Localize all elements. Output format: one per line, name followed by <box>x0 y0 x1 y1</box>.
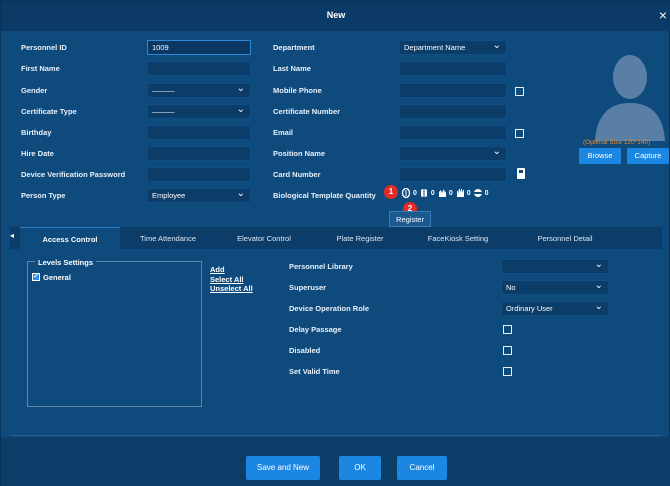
face-count: 0 <box>484 189 489 197</box>
birthday-input[interactable] <box>147 125 251 140</box>
add-link[interactable]: Add <box>210 265 225 274</box>
first-name-label: First Name <box>21 64 60 73</box>
unselect-all-link[interactable]: Unselect All <box>210 284 253 293</box>
tab-access-control[interactable]: Access Control <box>20 227 120 249</box>
finger-vein-icon <box>420 189 427 197</box>
device-operation-role-label: Device Operation Role <box>289 304 370 313</box>
certificate-number-input[interactable] <box>399 104 507 119</box>
browse-button[interactable]: Browse <box>579 148 621 164</box>
mobile-phone-label: Mobile Phone <box>273 86 322 95</box>
mobile-phone-input[interactable] <box>399 83 507 98</box>
bio-template-counts: 0 0 0 0 0 <box>401 187 489 199</box>
gender-select[interactable]: ——— <box>147 83 251 98</box>
face-icon <box>473 189 482 197</box>
hand-icon <box>456 189 464 197</box>
capture-button[interactable]: Capture <box>627 148 669 164</box>
levels-settings-title: Levels Settings <box>35 258 97 267</box>
card-reader-icon[interactable] <box>515 167 527 181</box>
disabled-label: Disabled <box>289 346 321 355</box>
palm-count: 0 <box>448 189 453 197</box>
select-all-link[interactable]: Select All <box>210 275 244 284</box>
birthday-label: Birthday <box>21 128 52 137</box>
certificate-number-label: Certificate Number <box>273 107 341 116</box>
mobile-phone-checkbox[interactable] <box>515 87 524 96</box>
card-number-label: Card Number <box>273 170 321 179</box>
badge-one: 1 <box>384 185 398 199</box>
general-level-label: General <box>43 273 71 282</box>
tab-scroll-left-icon[interactable]: ◂ <box>10 231 16 240</box>
delay-passage-label: Delay Passage <box>289 325 342 334</box>
set-valid-time-label: Set Valid Time <box>289 367 340 376</box>
tab-time-attendance[interactable]: Time Attendance <box>122 227 214 249</box>
device-password-input[interactable] <box>147 167 251 182</box>
last-name-label: Last Name <box>273 64 311 73</box>
position-name-select[interactable] <box>399 146 507 161</box>
personnel-library-select[interactable] <box>501 259 609 274</box>
cancel-button[interactable]: Cancel <box>397 456 447 480</box>
save-and-new-button[interactable]: Save and New <box>246 456 320 480</box>
fingerprint-icon <box>401 188 411 198</box>
certificate-type-select[interactable]: ——— <box>147 104 251 119</box>
tab-facekiosk-setting[interactable]: FaceKiosk Setting <box>408 227 508 249</box>
hire-date-input[interactable] <box>147 146 251 161</box>
set-valid-time-checkbox[interactable] <box>503 367 512 376</box>
palm-icon <box>438 189 446 197</box>
dialog-titlebar: New × <box>1 1 670 31</box>
email-checkbox[interactable] <box>515 129 524 138</box>
personnel-id-input[interactable]: 1009 <box>147 40 251 55</box>
register-tooltip[interactable]: Register <box>389 211 431 227</box>
tab-personnel-detail[interactable]: Personnel Detail <box>510 227 620 249</box>
levels-list[interactable] <box>27 261 202 407</box>
department-label: Department <box>273 43 315 52</box>
general-checkbox[interactable]: ✔ <box>32 273 40 281</box>
delay-passage-checkbox[interactable] <box>503 325 512 334</box>
superuser-label: Superuser <box>289 283 327 292</box>
hand-count: 0 <box>466 189 471 197</box>
email-input[interactable] <box>399 125 507 140</box>
ok-button[interactable]: OK <box>339 456 381 480</box>
device-password-label: Device Verification Password <box>21 170 126 179</box>
tab-plate-register[interactable]: Plate Register <box>314 227 406 249</box>
superuser-select[interactable]: No <box>501 280 609 295</box>
finger-vein-count: 0 <box>430 189 435 197</box>
email-label: Email <box>273 128 294 137</box>
disabled-checkbox[interactable] <box>503 346 512 355</box>
new-personnel-dialog: New × Personnel ID 1009 First Name Gende… <box>0 0 670 486</box>
first-name-input[interactable] <box>147 61 251 76</box>
gender-label: Gender <box>21 86 48 95</box>
last-name-input[interactable] <box>399 61 507 76</box>
hire-date-label: Hire Date <box>21 149 54 158</box>
device-operation-role-select[interactable]: Ordinary User <box>501 301 609 316</box>
dialog-footer <box>1 437 670 486</box>
avatar-placeholder <box>595 55 665 141</box>
dialog-title: New <box>326 10 346 20</box>
department-select[interactable]: Department Name <box>399 40 507 55</box>
person-type-label: Person Type <box>21 191 66 200</box>
personnel-id-label: Personnel ID <box>21 43 67 52</box>
bio-template-label: Biological Template Quantity <box>273 191 376 200</box>
fingerprint-count: 0 <box>413 189 417 197</box>
certificate-type-label: Certificate Type <box>21 107 77 116</box>
tab-bar: Access Control Time Attendance Elevator … <box>10 227 662 249</box>
person-type-select[interactable]: Employee <box>147 188 251 203</box>
personnel-library-label: Personnel Library <box>289 262 353 271</box>
close-icon[interactable]: × <box>659 7 667 23</box>
card-number-input[interactable] <box>399 167 507 182</box>
photo-size-hint: (Optimal Size 120*140) <box>583 139 651 146</box>
position-name-label: Position Name <box>273 149 326 158</box>
tab-elevator-control[interactable]: Elevator Control <box>216 227 312 249</box>
